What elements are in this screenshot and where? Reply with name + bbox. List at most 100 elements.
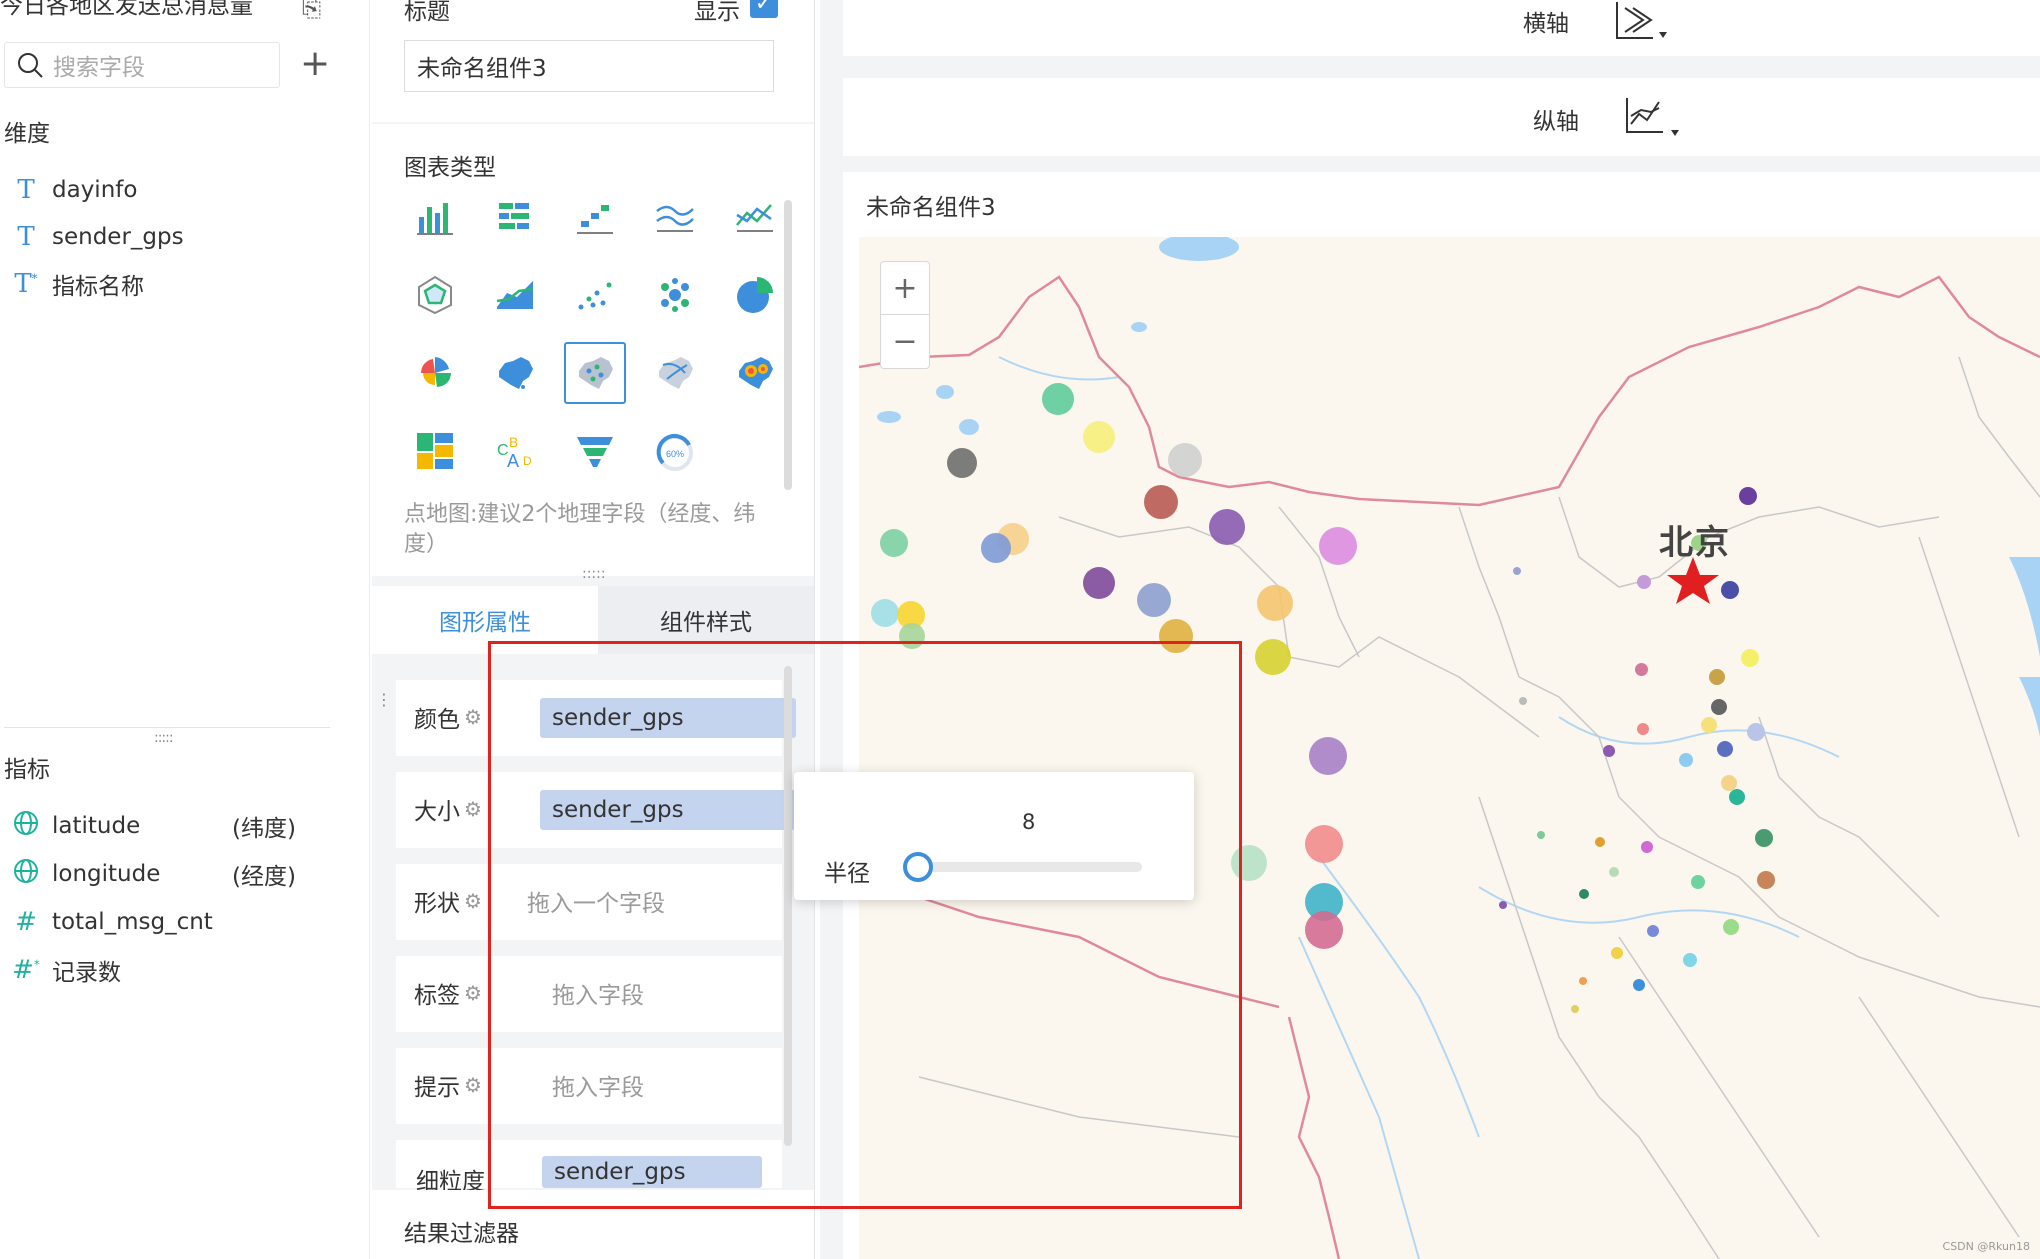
map-point[interactable] xyxy=(1579,889,1589,899)
map-point[interactable] xyxy=(871,599,899,627)
measure-item-total-msg-cnt[interactable]: # total_msg_cnt xyxy=(0,900,213,944)
map-point[interactable] xyxy=(1513,567,1521,575)
y-axis-bar[interactable]: 纵轴 xyxy=(843,78,2040,156)
map-point[interactable] xyxy=(1209,509,1245,545)
properties-scrollbar[interactable] xyxy=(784,666,792,1146)
chart-type-radar[interactable] xyxy=(404,264,466,326)
chart-type-word-cloud[interactable]: CBAD xyxy=(484,420,546,482)
line-chart-icon[interactable] xyxy=(1623,94,1683,138)
chart-type-pie[interactable] xyxy=(724,264,786,326)
tooltip-drop-zone[interactable]: 拖入字段 xyxy=(552,1068,644,1102)
gear-icon[interactable]: ⚙ xyxy=(464,797,482,821)
map-point[interactable] xyxy=(1611,947,1623,959)
map-point[interactable] xyxy=(1723,919,1739,935)
map-point[interactable] xyxy=(1637,723,1649,735)
axis-type-icon[interactable] xyxy=(1613,0,1671,44)
chart-type-bubble[interactable] xyxy=(644,264,706,326)
size-field-pill[interactable]: sender_gps xyxy=(540,790,796,830)
map-point[interactable] xyxy=(1721,581,1739,599)
chart-type-bar[interactable] xyxy=(404,186,466,248)
map-point[interactable] xyxy=(1739,487,1757,505)
chart-type-heat-map[interactable] xyxy=(724,342,786,404)
map-point[interactable] xyxy=(880,529,908,557)
resize-handle[interactable]: ::::: xyxy=(582,566,606,582)
resize-handle[interactable]: ::::: xyxy=(154,730,174,746)
shape-drop-zone[interactable]: 拖入一个字段 xyxy=(527,884,665,918)
map-point[interactable] xyxy=(1305,825,1343,863)
tab-graphic-properties[interactable]: 图形属性 xyxy=(372,586,598,654)
radius-slider-thumb[interactable] xyxy=(902,852,933,882)
map-point[interactable] xyxy=(1083,567,1115,599)
map-point[interactable] xyxy=(1083,421,1115,453)
map-point[interactable] xyxy=(1609,867,1619,877)
map-point[interactable] xyxy=(1137,583,1171,617)
map-point[interactable] xyxy=(1641,841,1653,853)
label-drop-zone[interactable]: 拖入字段 xyxy=(552,976,644,1010)
map-point[interactable] xyxy=(981,533,1011,563)
map-point[interactable] xyxy=(1537,831,1545,839)
chart-type-stacked-bar[interactable] xyxy=(484,186,546,248)
chart-type-gauge[interactable]: 60% xyxy=(644,420,706,482)
map-point[interactable] xyxy=(1711,699,1727,715)
map-point[interactable] xyxy=(1709,669,1725,685)
map-point[interactable] xyxy=(1231,845,1267,881)
map-point[interactable] xyxy=(1305,911,1343,949)
map-point[interactable] xyxy=(1757,871,1775,889)
chart-type-scrollbar[interactable] xyxy=(784,200,792,490)
map-point[interactable] xyxy=(1603,745,1615,757)
map-point[interactable] xyxy=(1595,837,1605,847)
gear-icon[interactable]: ⚙ xyxy=(464,889,482,913)
map-point[interactable] xyxy=(1747,723,1765,741)
gear-icon[interactable]: ⚙ xyxy=(464,1073,482,1097)
map-point[interactable] xyxy=(1257,585,1293,621)
map-point[interactable] xyxy=(1168,443,1202,477)
chart-type-range-bar[interactable] xyxy=(564,186,626,248)
map-point[interactable] xyxy=(1319,527,1357,565)
search-box[interactable]: 搜索字段 xyxy=(4,42,280,88)
chart-type-point-map-selected[interactable] xyxy=(564,342,626,404)
chart-type-line[interactable] xyxy=(644,186,706,248)
result-filter-heading[interactable]: 结果过滤器 xyxy=(404,1214,519,1248)
zoom-out-button[interactable]: − xyxy=(881,315,929,368)
zoom-in-button[interactable]: + xyxy=(881,262,929,315)
point-map[interactable]: 北京 + − CSDN @Rkun18 xyxy=(859,237,2040,1259)
map-point[interactable] xyxy=(1255,639,1291,675)
map-point[interactable] xyxy=(1635,663,1648,676)
chart-type-rose[interactable] xyxy=(404,342,466,404)
map-point[interactable] xyxy=(1579,977,1587,985)
map-point[interactable] xyxy=(1717,741,1733,757)
color-field-pill[interactable]: sender_gps xyxy=(540,698,796,738)
map-point[interactable] xyxy=(1499,901,1507,909)
chart-type-treemap[interactable] xyxy=(404,420,466,482)
map-point[interactable] xyxy=(1633,979,1645,991)
chart-type-funnel[interactable] xyxy=(564,420,626,482)
dimension-item-sender-gps[interactable]: T sender_gps xyxy=(0,215,183,259)
map-point[interactable] xyxy=(1741,649,1759,667)
map-point[interactable] xyxy=(1571,1005,1579,1013)
tab-component-style[interactable]: 组件样式 xyxy=(598,586,814,654)
title-input[interactable]: 未命名组件3 xyxy=(404,40,774,92)
map-point[interactable] xyxy=(1042,383,1074,415)
map-point[interactable] xyxy=(947,448,977,478)
map-point[interactable] xyxy=(1691,875,1705,889)
map-point[interactable] xyxy=(1637,575,1651,589)
gear-icon[interactable]: ⚙ xyxy=(464,705,482,729)
show-title-checkbox[interactable]: ✓ xyxy=(750,0,778,18)
measure-item-longitude[interactable]: longitude (经度) xyxy=(0,852,320,896)
measure-item-latitude[interactable]: latitude (纬度) xyxy=(0,804,320,848)
map-point[interactable] xyxy=(1729,789,1745,805)
map-point[interactable] xyxy=(1519,697,1527,705)
x-axis-bar[interactable]: 横轴 xyxy=(843,0,2040,56)
map-point[interactable] xyxy=(1701,717,1717,733)
gear-icon[interactable]: ⚙ xyxy=(464,981,482,1005)
chart-type-line-marker[interactable] xyxy=(724,186,786,248)
granularity-field-pill[interactable]: sender_gps xyxy=(542,1156,762,1188)
map-point[interactable] xyxy=(1755,829,1773,847)
chart-type-area[interactable] xyxy=(484,264,546,326)
measure-item-record-count[interactable]: #* 记录数 xyxy=(0,948,121,992)
dimension-item-dayinfo[interactable]: T dayinfo xyxy=(0,168,137,212)
map-point[interactable] xyxy=(1683,953,1697,967)
radius-slider-track[interactable] xyxy=(902,852,1142,882)
add-field-button[interactable]: + xyxy=(300,44,330,84)
map-point[interactable] xyxy=(1159,619,1193,653)
